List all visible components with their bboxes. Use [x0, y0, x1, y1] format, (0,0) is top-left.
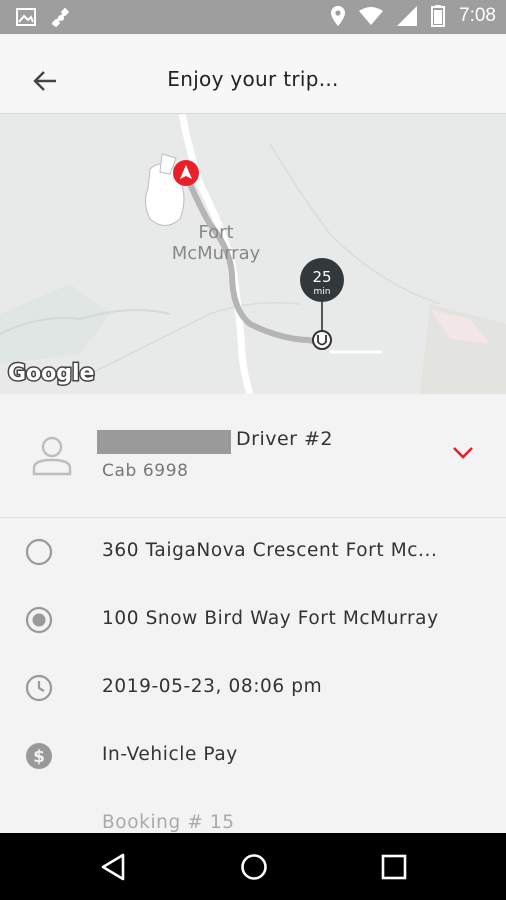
payment-row: $ In-Vehicle Pay — [0, 736, 506, 776]
screen: 7:08 Enjoy your trip... 25 min Fort McMu… — [0, 0, 506, 900]
destination-marker[interactable] — [312, 330, 332, 350]
dropoff-row: 100 Snow Bird Way Fort McMurray — [0, 600, 506, 640]
booking-row: Booking # 15 — [0, 804, 506, 833]
person-icon — [32, 436, 72, 476]
wifi-icon — [359, 7, 384, 25]
svg-text:$: $ — [33, 747, 45, 767]
chevron-down-icon[interactable] — [452, 446, 474, 460]
google-logo: Google — [8, 361, 95, 386]
pickup-row: 360 TaigaNova Crescent Fort Mc... — [0, 532, 506, 572]
image-icon — [16, 8, 36, 26]
map-canvas: 25 min Fort McMurray Google — [0, 114, 506, 394]
trip-datetime: 2019-05-23, 08:06 pm — [102, 676, 323, 697]
back-triangle-icon[interactable] — [99, 852, 129, 882]
redacted-name-block — [97, 430, 231, 454]
trip-details: 360 TaigaNova Crescent Fort Mc... 100 Sn… — [0, 518, 506, 833]
city-label-1: Fort — [198, 222, 233, 243]
battery-icon — [431, 5, 446, 27]
location-icon — [331, 6, 346, 26]
status-time: 7:08 — [459, 5, 496, 26]
datetime-row: 2019-05-23, 08:06 pm — [0, 668, 506, 708]
home-circle-icon[interactable] — [239, 852, 269, 882]
satellite-icon — [51, 8, 70, 28]
clock-icon — [25, 674, 53, 702]
eta-unit: min — [314, 287, 331, 297]
system-nav-bar — [0, 833, 506, 900]
signal-icon — [397, 6, 418, 26]
dropoff-radio-icon — [25, 606, 53, 634]
booking-number: Booking # 15 — [102, 812, 235, 833]
city-label-2: McMurray — [172, 243, 261, 264]
pickup-address: 360 TaigaNova Crescent Fort Mc... — [102, 540, 438, 561]
pickup-circle-icon — [25, 538, 53, 566]
recents-square-icon[interactable] — [379, 852, 409, 882]
driver-name: Driver #2 — [236, 428, 334, 450]
cab-number: Cab 6998 — [102, 461, 189, 481]
dollar-icon: $ — [26, 743, 52, 769]
eta-value: 25 — [312, 268, 331, 286]
status-bar: 7:08 — [0, 0, 506, 34]
payment-method: In-Vehicle Pay — [102, 744, 238, 765]
driver-card[interactable]: Driver #2 Cab 6998 — [0, 394, 506, 518]
dropoff-address: 100 Snow Bird Way Fort McMurray — [102, 608, 439, 629]
app-bar: Enjoy your trip... — [0, 34, 506, 114]
page-title: Enjoy your trip... — [167, 67, 339, 91]
map-view[interactable]: 25 min Fort McMurray Google — [0, 114, 506, 394]
